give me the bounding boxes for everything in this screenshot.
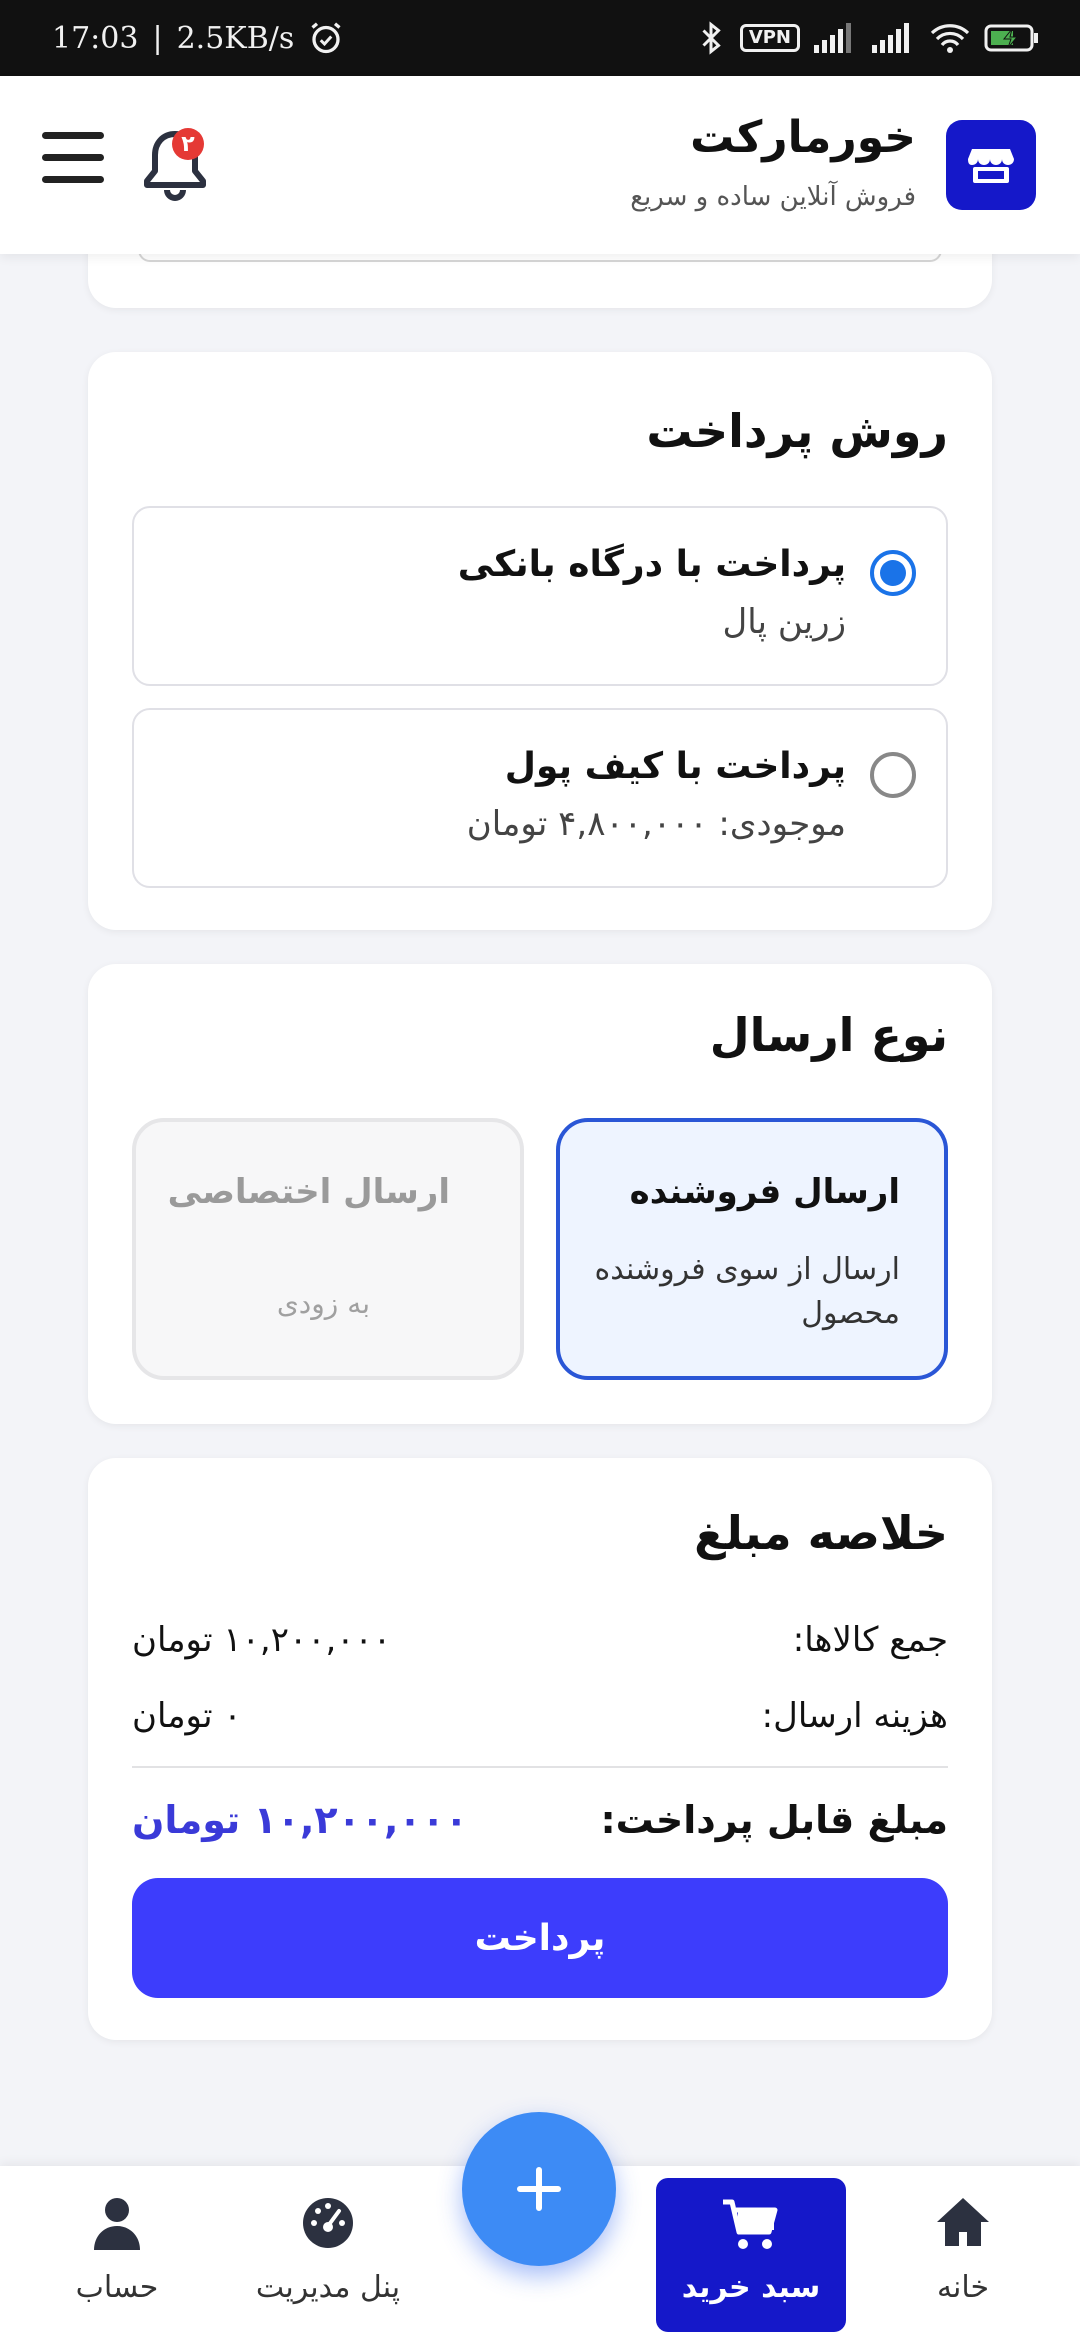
pay-button[interactable]: پرداخت — [132, 1878, 948, 1998]
shipping-cost-value: ۰ تومان — [132, 1696, 242, 1736]
nav-account[interactable]: حساب — [54, 2166, 180, 2340]
nav-admin-panel-label: پنل مدیریت — [255, 2270, 401, 2305]
status-network-speed: 2.5KB/s — [176, 20, 295, 56]
user-icon — [94, 2198, 140, 2250]
app-header: خورمارکت فروش آنلاین ساده و سریع ۲ — [0, 76, 1080, 254]
battery-icon — [984, 24, 1038, 52]
add-fab-button[interactable] — [462, 2112, 616, 2266]
signal-icon — [814, 23, 851, 53]
shipping-type-card: نوع ارسال ارسال فروشنده ارسال از سوی فرو… — [88, 964, 992, 1424]
status-right: VPN — [696, 20, 1040, 56]
dashboard-gauge-icon — [303, 2198, 353, 2248]
payment-method-card: روش پرداخت پرداخت با درگاه بانکی زرین پا… — [88, 352, 992, 930]
home-icon — [937, 2198, 989, 2246]
payable-total-value: ۱۰,۲۰۰,۰۰۰ تومان — [132, 1798, 468, 1842]
payable-total-label: مبلغ قابل پرداخت: — [600, 1798, 948, 1842]
shipping-type-title: نوع ارسال — [709, 1008, 948, 1062]
nav-admin-panel[interactable]: پنل مدیریت — [230, 2166, 426, 2340]
wallet-balance: موجودی: ۴,۸۰۰,۰۰۰ تومان — [466, 804, 846, 844]
alarm-icon — [311, 22, 341, 54]
items-total-label: جمع کالاها: — [792, 1620, 948, 1660]
shipping-cost-label: هزینه ارسال: — [761, 1696, 948, 1736]
status-time: 17:03 — [52, 20, 139, 56]
plus-icon — [517, 2167, 561, 2211]
gateway-label: پرداخت با درگاه بانکی — [457, 544, 846, 585]
cart-icon — [723, 2199, 778, 2249]
brand-subtitle: فروش آنلاین ساده و سریع — [630, 182, 916, 212]
status-separator: | — [152, 20, 163, 56]
bluetooth-icon — [702, 21, 721, 55]
nav-home-label: خانه — [936, 2270, 990, 2305]
private-shipping-soon: به زودی — [276, 1287, 370, 1320]
seller-shipping-desc: ارسال از سوی فروشنده محصول — [594, 1252, 900, 1331]
wallet-radio[interactable] — [870, 752, 916, 798]
shipping-option-private: ارسال اختصاصی به زودی — [132, 1118, 524, 1380]
store-icon — [968, 149, 1014, 183]
hamburger-menu-icon[interactable] — [42, 132, 104, 192]
signal-icon-2 — [872, 23, 909, 53]
payment-option-gateway[interactable]: پرداخت با درگاه بانکی زرین پال — [132, 506, 948, 686]
nav-account-label: حساب — [75, 2270, 159, 2305]
private-shipping-label: ارسال اختصاصی — [167, 1172, 450, 1212]
summary-divider — [132, 1766, 948, 1768]
shipping-option-seller[interactable]: ارسال فروشنده ارسال از سوی فروشنده محصول — [556, 1118, 948, 1380]
nav-cart-label: سبد خرید — [681, 2270, 821, 2305]
items-total-value: ۱۰,۲۰۰,۰۰۰ تومان — [132, 1620, 392, 1660]
notification-badge: ۲ — [172, 128, 204, 160]
wallet-label: پرداخت با کیف پول — [504, 746, 846, 787]
nav-cart[interactable]: سبد خرید — [656, 2178, 846, 2332]
summary-title: خلاصه مبلغ — [694, 1506, 948, 1560]
gateway-radio[interactable] — [870, 550, 916, 596]
seller-shipping-label: ارسال فروشنده — [629, 1172, 900, 1212]
gateway-sublabel: زرین پال — [722, 602, 846, 642]
wifi-icon — [930, 24, 970, 53]
amount-summary-card: خلاصه مبلغ جمع کالاها: ۱۰,۲۰۰,۰۰۰ تومان … — [88, 1458, 992, 2040]
vpn-badge: VPN — [739, 24, 800, 52]
store-logo[interactable] — [946, 120, 1036, 210]
payment-option-wallet[interactable]: پرداخت با کیف پول موجودی: ۴,۸۰۰,۰۰۰ توما… — [132, 708, 948, 888]
status-bar: 17:03 | 2.5KB/s VPN — [0, 0, 1080, 76]
nav-home[interactable]: خانه — [900, 2166, 1026, 2340]
brand-title: خورمارکت — [690, 112, 916, 163]
payment-method-title: روش پرداخت — [646, 404, 948, 458]
status-left: 17:03 | 2.5KB/s — [52, 20, 344, 56]
